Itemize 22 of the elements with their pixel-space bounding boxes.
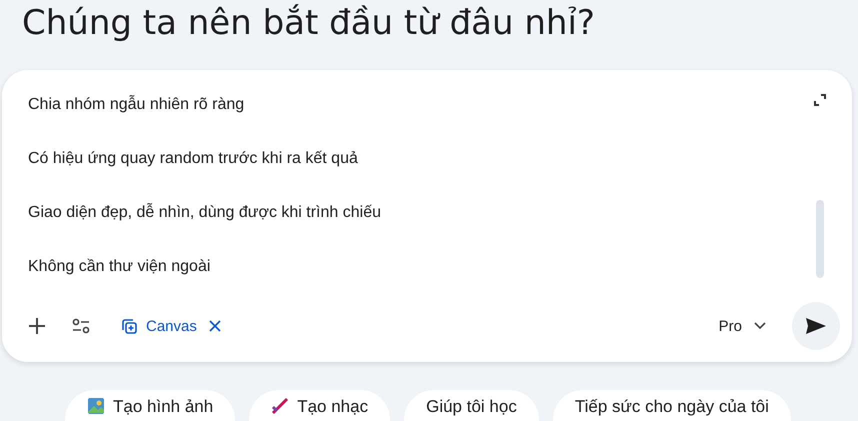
prompt-text-line: Chia nhóm ngẫu nhiên rõ ràng — [28, 95, 244, 115]
sliders-icon — [72, 318, 90, 334]
suggestion-chip[interactable]: Tạo hình ảnh — [65, 390, 236, 421]
canvas-icon — [120, 317, 138, 335]
chevron-down-icon — [754, 322, 766, 330]
prompt-text-line: Có hiệu ứng quay random trước khi ra kết quả — [28, 149, 358, 169]
canvas-chip[interactable]: Canvas — [114, 313, 227, 339]
close-icon[interactable] — [208, 320, 221, 332]
send-icon — [806, 318, 826, 334]
prompt-text-line: Không cần thư viện ngoài — [28, 257, 210, 277]
suggestion-chip[interactable]: Tạo nhạc — [249, 390, 390, 421]
suggestion-chip[interactable]: Tiếp sức cho ngày của tôi — [552, 390, 791, 421]
suggestion-chip[interactable]: Giúp tôi học — [404, 390, 539, 421]
picture-icon — [87, 397, 105, 415]
pen-icon — [271, 397, 290, 415]
scrollbar-thumb[interactable] — [816, 200, 824, 278]
expand-icon[interactable] — [814, 94, 826, 106]
model-dropdown[interactable]: Pro — [712, 314, 772, 338]
send-button[interactable] — [792, 302, 840, 350]
plus-icon — [28, 317, 46, 335]
page-heading: Chúng ta nên bắt đầu từ đâu nhỉ? — [22, 2, 595, 45]
prompt-text-line: Giao diện đẹp, dễ nhìn, dùng được khi trình chiếu — [28, 203, 381, 223]
